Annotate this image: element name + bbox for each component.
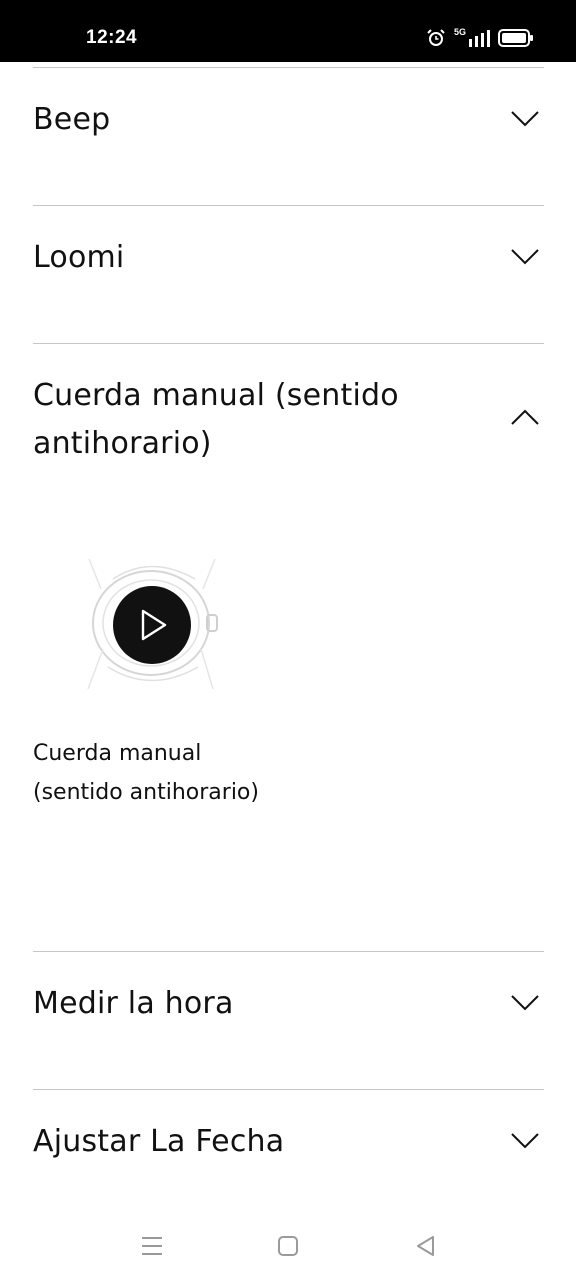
status-time: 12:24 — [86, 27, 138, 48]
accordion-title[interactable]: Ajustar La Fecha — [33, 1118, 453, 1166]
menu-icon[interactable] — [139, 1233, 165, 1259]
video-caption: Cuerda manual (sentido antihorario) — [33, 741, 259, 805]
accordion-item-beep[interactable]: Beep — [33, 67, 544, 205]
accordion: Beep Loomi Cuerda manual (sentido antiho… — [33, 67, 544, 1199]
chevron-up-icon[interactable] — [510, 408, 540, 428]
accordion-item-loomi[interactable]: Loomi — [33, 205, 544, 343]
accordion-title[interactable]: Loomi — [33, 234, 453, 282]
chevron-down-icon[interactable] — [510, 1130, 540, 1150]
signal-icon — [469, 30, 490, 47]
accordion-item-cuerda-manual[interactable]: Cuerda manual (sentido antihorario) Cuer… — [33, 343, 544, 951]
battery-icon — [498, 29, 533, 47]
chevron-down-icon[interactable] — [510, 246, 540, 266]
accordion-title[interactable]: Medir la hora — [33, 980, 453, 1028]
accordion-item-medir-la-hora[interactable]: Medir la hora — [33, 951, 544, 1089]
play-icon — [141, 609, 167, 641]
chevron-down-icon[interactable] — [510, 992, 540, 1012]
alarm-icon — [427, 29, 445, 46]
chevron-down-icon[interactable] — [510, 108, 540, 128]
status-icons: 5G — [426, 26, 534, 50]
navigation-bar — [0, 1205, 576, 1280]
back-icon[interactable] — [413, 1233, 439, 1259]
accordion-title[interactable]: Cuerda manual (sentido antihorario) — [33, 372, 433, 468]
network-label: 5G — [453, 27, 466, 37]
status-bar: 12:24 5G — [0, 0, 576, 62]
accordion-item-ajustar-la-fecha[interactable]: Ajustar La Fecha — [33, 1089, 544, 1199]
play-button[interactable] — [113, 586, 191, 664]
accordion-title[interactable]: Beep — [33, 96, 453, 144]
home-icon[interactable] — [275, 1233, 301, 1259]
